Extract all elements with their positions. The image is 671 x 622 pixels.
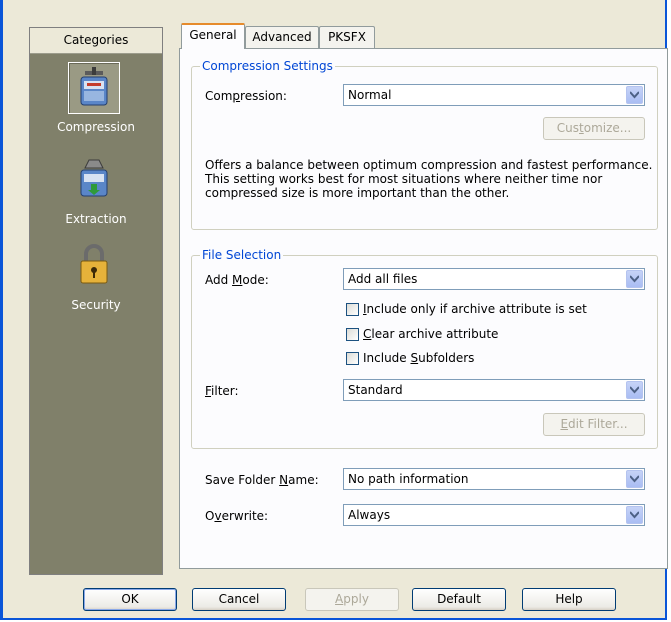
compression-select-value: Normal <box>348 88 392 102</box>
default-button[interactable]: Default <box>412 588 506 611</box>
sidebar-item-label: Security <box>71 298 121 312</box>
sidebar-item-extraction[interactable]: Extraction <box>30 154 162 234</box>
categories-panel: Categories Compression Extraction Securi… <box>29 27 163 575</box>
ok-button[interactable]: OK <box>83 588 177 611</box>
add-mode-label: Add Mode: <box>205 273 269 287</box>
sidebar-item-compression[interactable]: Compression <box>30 62 162 142</box>
checkbox-box[interactable] <box>346 303 359 316</box>
compression-settings-title: Compression Settings <box>200 58 335 74</box>
filter-select[interactable]: Standard <box>343 379 645 401</box>
help-button[interactable]: Help <box>522 588 616 611</box>
tab-general[interactable]: General <box>181 23 245 49</box>
chevron-down-icon[interactable] <box>626 86 643 104</box>
checkbox-label: Include Subfolders <box>363 351 475 365</box>
overwrite-select[interactable]: Always <box>343 504 645 526</box>
add-mode-select[interactable]: Add all files <box>343 268 645 290</box>
cancel-button[interactable]: Cancel <box>192 588 286 611</box>
tab-advanced[interactable]: Advanced <box>245 26 319 48</box>
sidebar-item-label: Extraction <box>65 212 127 226</box>
tab-pksfx[interactable]: PKSFX <box>319 26 375 48</box>
edit-filter-button[interactable]: Edit Filter... <box>543 413 645 436</box>
chevron-down-icon[interactable] <box>626 270 643 288</box>
save-folder-name-value: No path information <box>348 472 469 486</box>
compression-description: Offers a balance between optimum compres… <box>205 158 653 200</box>
extraction-icon <box>68 154 120 206</box>
add-mode-select-value: Add all files <box>348 272 418 286</box>
apply-button[interactable]: Apply <box>305 588 399 611</box>
overwrite-label: Overwrite: <box>205 509 269 523</box>
filter-select-value: Standard <box>348 383 403 397</box>
compression-icon <box>68 62 120 114</box>
chevron-down-icon[interactable] <box>626 506 643 524</box>
compression-label: Compression: <box>205 89 287 103</box>
checkbox-label: Include only if archive attribute is set <box>363 302 587 316</box>
checkbox-box[interactable] <box>346 328 359 341</box>
compression-select[interactable]: Normal <box>343 84 645 106</box>
save-folder-name-select[interactable]: No path information <box>343 468 645 490</box>
filter-label: Filter: <box>205 384 239 398</box>
checkbox-box[interactable] <box>346 352 359 365</box>
checkbox-label: Clear archive attribute <box>363 327 499 341</box>
options-window: Categories Compression Extraction Securi… <box>0 0 668 620</box>
chevron-down-icon[interactable] <box>626 381 643 399</box>
file-selection-title: File Selection <box>200 247 284 263</box>
categories-header: Categories <box>30 28 162 54</box>
overwrite-value: Always <box>348 508 391 522</box>
save-folder-name-label: Save Folder Name: <box>205 473 319 487</box>
sidebar-item-label: Compression <box>57 120 135 134</box>
sidebar-item-security[interactable]: Security <box>30 240 162 320</box>
chevron-down-icon[interactable] <box>626 470 643 488</box>
lock-icon <box>68 240 120 292</box>
customize-button[interactable]: Customize... <box>543 117 645 140</box>
